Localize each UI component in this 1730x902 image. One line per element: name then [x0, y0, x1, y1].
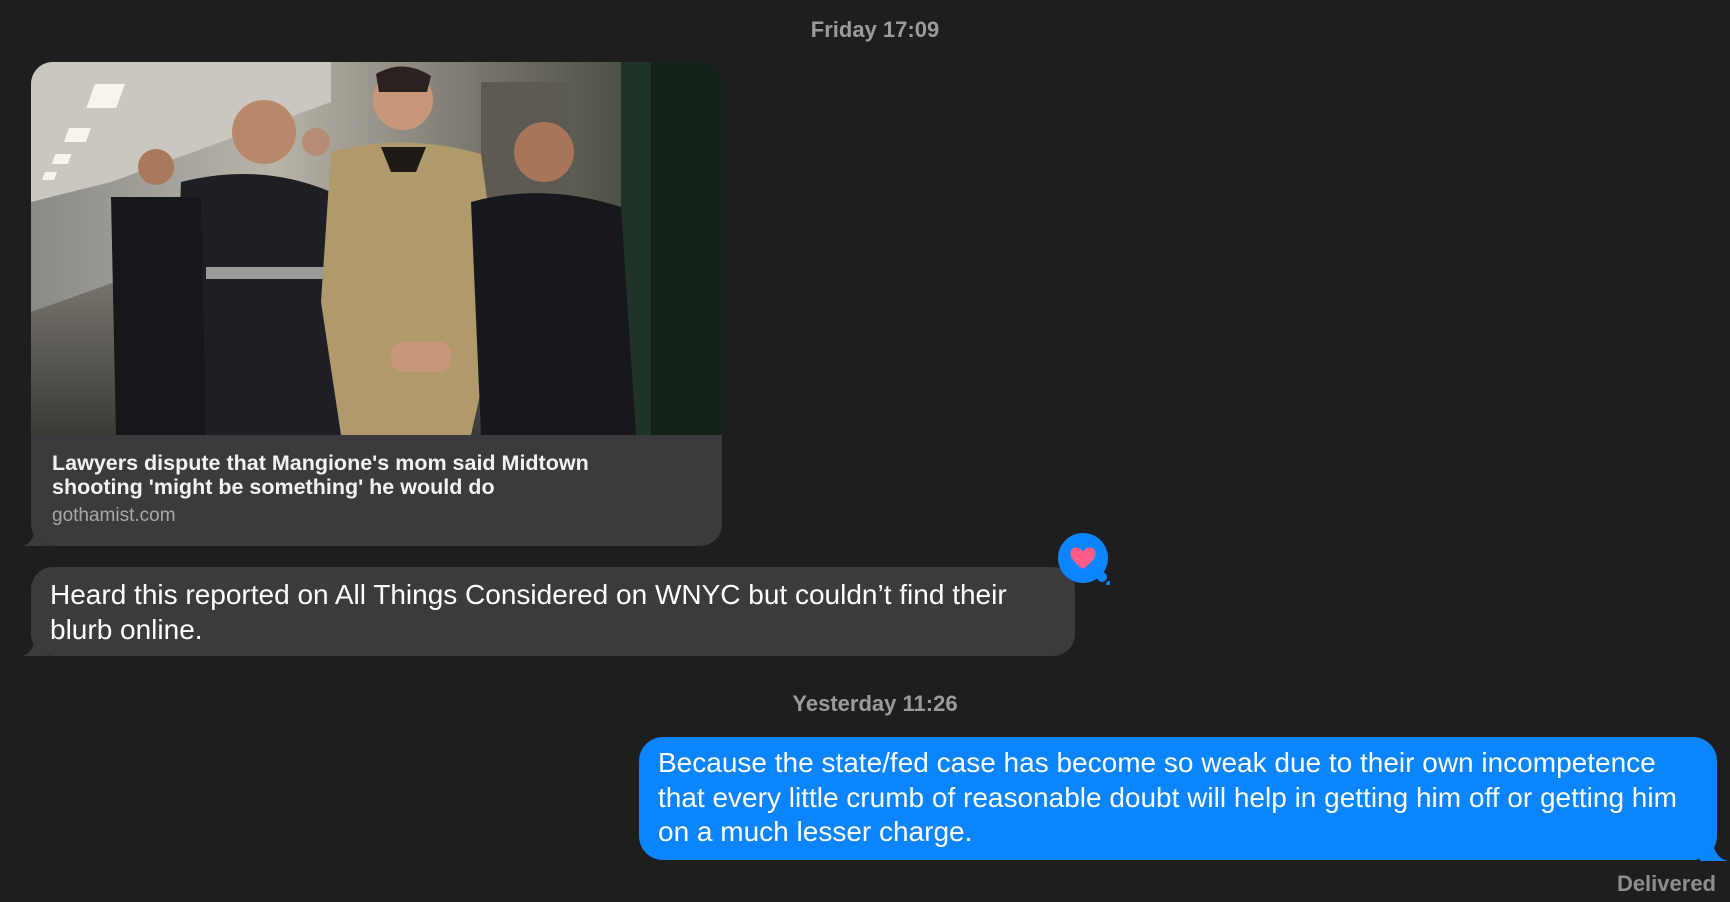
- outgoing-message-bubble[interactable]: Because the state/fed case has become so…: [639, 737, 1717, 860]
- news-photo-icon: [31, 62, 722, 435]
- delivery-status: Delivered: [1616, 871, 1716, 896]
- link-preview-card[interactable]: Lawyers dispute that Mangione's mom said…: [31, 62, 722, 546]
- timestamp-yesterday: Yesterday 11:26: [792, 691, 958, 716]
- timestamp-friday: Friday 17:09: [810, 17, 940, 42]
- link-preview-title: Lawyers dispute that Mangione's mom said…: [52, 451, 589, 499]
- incoming-message-bubble[interactable]: Heard this reported on All Things Consid…: [31, 567, 1075, 656]
- heart-icon[interactable]: [1058, 533, 1110, 585]
- outgoing-message-text: Because the state/fed case has become so…: [658, 747, 1677, 847]
- link-preview-domain: gothamist.com: [52, 505, 176, 526]
- link-preview-image[interactable]: [31, 62, 722, 435]
- incoming-message-text: Heard this reported on All Things Consid…: [50, 579, 1007, 645]
